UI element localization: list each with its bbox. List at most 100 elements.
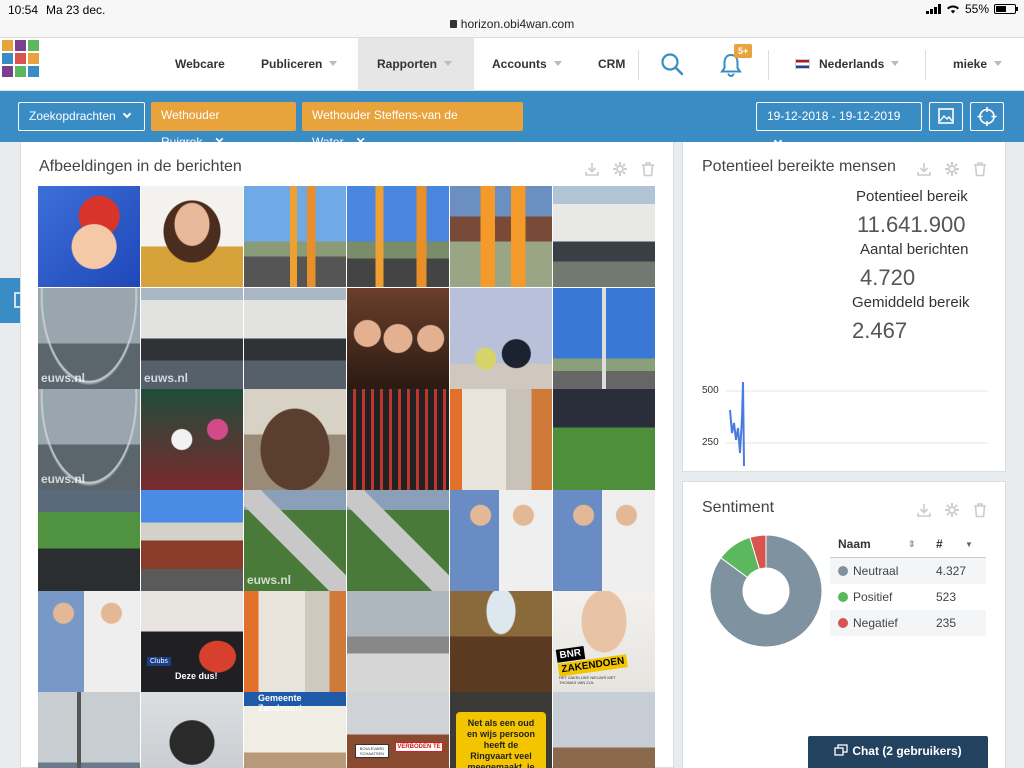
column-header-count[interactable]: # [936,531,943,558]
average-reach-value: 2.467 [852,318,908,343]
image-thumbnail[interactable] [347,288,449,389]
y-tick-label: 250 [702,437,719,448]
chat-button[interactable]: Chat (2 gebruikers) [808,736,988,768]
table-row[interactable]: Positief 523 [830,584,986,610]
sort-desc-icon[interactable]: ▼ [965,531,973,558]
image-thumbnail[interactable] [141,186,243,287]
caret-down-icon [444,61,452,66]
nav-webcare[interactable]: Webcare [175,38,225,91]
nav-crm[interactable]: CRM [598,38,625,91]
image-thumbnail[interactable] [244,288,346,389]
gear-icon[interactable] [612,161,628,177]
image-thumbnail[interactable]: Clubs Deze dus! [141,591,243,692]
download-icon[interactable] [916,502,932,518]
table-row[interactable]: Negatief 235 [830,610,986,636]
image-thumbnail[interactable] [450,186,552,287]
y-tick-label: 500 [702,385,719,396]
download-icon[interactable] [916,161,932,177]
image-thumbnail[interactable] [553,692,655,768]
caret-down-icon [994,61,1003,66]
top-navigation: Webcare Publiceren Rapporten Accounts CR… [0,38,1024,91]
filter-tag-ruigrok[interactable]: Wethouder Ruigrok✕ [151,102,296,149]
image-thumbnail[interactable]: BNR ZAKENDOEN HET ZAKELIJKE NIEUWS MET T… [553,591,655,692]
address-bar[interactable]: horizon.obi4wan.com [0,17,1024,31]
language-selector[interactable]: Nederlands [795,38,900,91]
image-thumbnail[interactable] [244,591,346,692]
nav-divider [638,50,639,80]
query-dropdown[interactable]: Zoekopdrachten [18,102,145,131]
signal-icon [925,4,941,14]
image-thumbnail[interactable] [347,490,449,591]
image-thumbnail[interactable]: euws.nl [38,389,140,490]
image-thumbnail[interactable] [347,389,449,490]
wifi-icon [946,5,959,14]
battery-icon [994,4,1018,14]
date-range-picker[interactable]: 19-12-2018 - 19-12-2019 [756,102,922,146]
nav-accounts-label: Accounts [492,57,547,71]
street-sign-text-2: BOULEVARD SCHAATSEN [355,744,389,758]
trash-icon[interactable] [972,161,988,177]
sentiment-rows: Neutraal 4.327 Positief 523 Negatief 235 [830,558,986,636]
image-thumbnail[interactable] [450,389,552,490]
gear-icon[interactable] [944,502,960,518]
dutch-flag-icon [795,59,810,69]
nav-accounts[interactable]: Accounts [492,38,562,91]
sentiment-table-header: Naam ⇕ # ▼ [830,531,986,558]
image-thumbnail[interactable] [38,591,140,692]
caret-down-icon [329,61,338,66]
sentiment-name: Negatief [853,616,898,630]
image-thumbnail[interactable] [553,490,655,591]
place-sign-text: Gemeente Zandvoort [258,693,302,713]
clock-date: Ma 23 dec. [46,3,106,17]
battery-percent: 55% [964,2,989,16]
status-indicators: 55% [925,2,1018,16]
user-menu[interactable]: mieke [953,38,1003,91]
image-thumbnail[interactable]: euws.nl [141,288,243,389]
image-export-button[interactable] [929,102,963,131]
image-thumbnail[interactable] [347,186,449,287]
filter-tag-steffens[interactable]: Wethouder Steffens-van de Water✕ [302,102,523,149]
image-thumbnail[interactable]: euws.nl [38,288,140,389]
image-thumbnail[interactable] [244,186,346,287]
watermark: euws.nl [41,371,86,385]
image-thumbnail[interactable] [553,288,655,389]
target-button[interactable] [970,102,1004,131]
nav-rapporten[interactable]: Rapporten [358,38,474,91]
image-thumbnail[interactable]: euws.nl [244,490,346,591]
image-thumbnail[interactable] [450,288,552,389]
image-thumbnail[interactable] [38,490,140,591]
caret-down-icon [891,61,900,66]
image-thumbnail[interactable]: Gemeente Zandvoort [244,692,346,768]
average-reach-label: Gemiddeld bereik [852,294,970,311]
trash-icon[interactable] [640,161,656,177]
municipality-logo[interactable] [0,38,44,90]
notification-badge: 5+ [734,44,753,58]
trash-icon[interactable] [972,502,988,518]
sort-icon[interactable]: ⇕ [908,531,916,558]
image-thumbnail[interactable] [38,186,140,287]
image-thumbnail[interactable] [347,591,449,692]
image-thumbnail[interactable] [141,490,243,591]
nav-publiceren[interactable]: Publiceren [261,38,338,91]
image-thumbnail[interactable] [244,389,346,490]
search-icon[interactable] [660,52,684,76]
image-thumbnail[interactable] [553,389,655,490]
download-icon[interactable] [584,161,600,177]
image-thumbnail[interactable] [141,692,243,768]
table-row[interactable]: Neutraal 4.327 [830,558,986,584]
image-thumbnail[interactable] [141,389,243,490]
bnr-tagline: HET ZAKELIJKE NIEUWS MET THOMAS VAN ZIJL [559,675,616,685]
gear-icon[interactable] [944,161,960,177]
messages-count-label: Aantal berichten [860,241,969,258]
image-thumbnail[interactable] [553,186,655,287]
image-thumbnail[interactable]: VERBODEN TE BOULEVARD SCHAATSEN [347,692,449,768]
column-header-name[interactable]: Naam [838,531,871,558]
filter-bar: Zoekopdrachten Wethouder Ruigrok✕ Wethou… [0,91,1024,149]
image-thumbnail[interactable]: Net als een oud en wijs persoon heeft de… [450,692,552,768]
nav-divider [925,50,926,80]
language-label: Nederlands [819,57,885,71]
image-thumbnail[interactable] [450,591,552,692]
reach-panel-title: Potentieel bereikte mensen [702,158,896,175]
image-thumbnail[interactable] [38,692,140,768]
image-thumbnail[interactable] [450,490,552,591]
